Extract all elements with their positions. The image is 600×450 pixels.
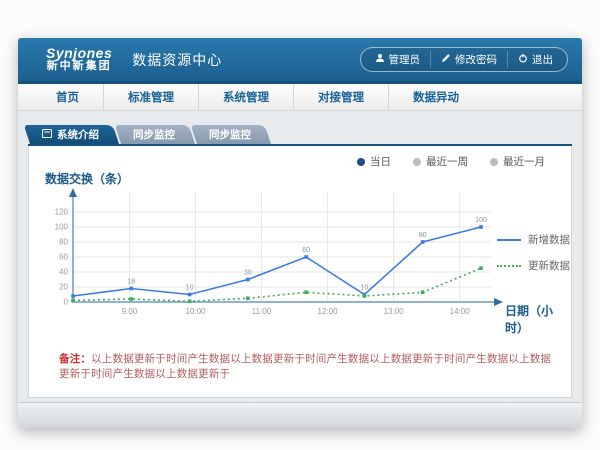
app-window: Synjones 新中新集团 数据资源中心 管理员 修改密码 退出 (18, 38, 582, 428)
svg-text:0: 0 (64, 298, 69, 307)
svg-text:10: 10 (361, 285, 369, 292)
chart-legend: 新增数据 更新数据 (497, 232, 570, 273)
footnote-label: 备注： (59, 353, 91, 365)
time-filter: 当日 最近一周 最近一月 (357, 154, 545, 169)
radio-label: 最近一月 (503, 154, 545, 169)
footnote: 备注：以上数据更新于时间产生数据以上数据更新于时间产生数据以上数据更新于时间产生… (59, 351, 555, 381)
user-menu: 管理员 修改密码 退出 (360, 47, 569, 72)
radio-option-last-week[interactable]: 最近一周 (413, 154, 468, 169)
nav-item-home[interactable]: 首页 (32, 84, 103, 110)
tab-sync-monitor-1[interactable]: 同步监控 (121, 125, 195, 144)
user-icon (375, 53, 385, 66)
legend-item-new-data: 新增数据 (497, 232, 570, 247)
svg-text:30: 30 (244, 270, 252, 277)
content-panel: 当日 最近一周 最近一月 数据交换（条） 9:0010:0011:0012:00… (28, 146, 572, 398)
legend-line-sample-dotted (497, 265, 521, 267)
svg-text:80: 80 (419, 232, 427, 239)
legend-line-sample-solid (497, 239, 521, 241)
nav-item-data-change[interactable]: 数据异动 (388, 84, 483, 110)
brand-logo: Synjones 新中新集团 (46, 46, 112, 72)
nav-item-interface-mgmt[interactable]: 对接管理 (293, 84, 388, 110)
logo-text-secondary: 新中新集团 (47, 61, 112, 73)
document-icon (42, 129, 52, 141)
chart-x-axis-label: 日期（小时） (505, 302, 571, 336)
content-area: 系统介绍 同步监控 同步监控 当日 最近一周 (18, 111, 582, 398)
svg-text:20: 20 (59, 283, 68, 292)
footnote-text: 以上数据更新于时间产生数据以上数据更新于时间产生数据以上数据更新于时间产生数据以… (59, 353, 551, 380)
legend-label: 新增数据 (528, 232, 570, 247)
legend-item-updated-data: 更新数据 (497, 258, 570, 273)
radio-option-last-month[interactable]: 最近一月 (490, 154, 545, 169)
svg-text:9:00: 9:00 (122, 307, 138, 316)
logout-label: 退出 (532, 52, 553, 67)
radio-dot (357, 158, 365, 166)
radio-dot (413, 158, 421, 166)
svg-text:120: 120 (55, 208, 69, 217)
svg-text:18: 18 (127, 279, 135, 286)
svg-text:10:00: 10:00 (185, 307, 206, 316)
svg-text:60: 60 (302, 247, 310, 254)
change-password-label: 修改密码 (455, 52, 497, 67)
app-title: 数据资源中心 (132, 50, 222, 70)
admin-button[interactable]: 管理员 (365, 51, 431, 68)
svg-text:100: 100 (55, 223, 69, 232)
main-nav: 首页 标准管理 系统管理 对接管理 数据异动 (18, 84, 582, 111)
tab-label: 系统介绍 (57, 127, 99, 142)
tab-label: 同步监控 (133, 127, 175, 142)
svg-text:60: 60 (59, 253, 68, 262)
svg-text:13:00: 13:00 (384, 307, 405, 316)
svg-text:11:00: 11:00 (252, 307, 272, 316)
tab-label: 同步监控 (209, 127, 251, 142)
tab-system-intro[interactable]: 系统介绍 (30, 125, 119, 144)
logout-button[interactable]: 退出 (507, 51, 563, 68)
change-password-button[interactable]: 修改密码 (430, 51, 507, 68)
nav-item-system-mgmt[interactable]: 系统管理 (198, 84, 293, 110)
svg-text:100: 100 (475, 217, 487, 224)
svg-text:40: 40 (59, 268, 68, 277)
svg-text:12:00: 12:00 (318, 307, 339, 316)
radio-label: 最近一周 (426, 154, 468, 169)
legend-label: 更新数据 (528, 258, 570, 273)
power-icon (518, 53, 528, 66)
app-footer (18, 402, 582, 428)
tabstrip: 系统介绍 同步监控 同步监控 (28, 125, 572, 146)
svg-text:14:00: 14:00 (450, 307, 471, 316)
line-chart: 9:00 10:00 11:00 12:00 13:00 14:00 0 20 40 60 80 10… (43, 180, 513, 330)
app-header: Synjones 新中新集团 数据资源中心 管理员 修改密码 退出 (18, 38, 582, 84)
admin-label: 管理员 (389, 52, 421, 67)
radio-option-today[interactable]: 当日 (357, 154, 391, 169)
radio-label: 当日 (370, 154, 391, 169)
svg-text:10: 10 (186, 285, 194, 292)
edit-icon (441, 53, 451, 66)
logo-text-primary: Synjones (46, 46, 112, 61)
tab-sync-monitor-2[interactable]: 同步监控 (197, 125, 271, 144)
nav-item-standard-mgmt[interactable]: 标准管理 (103, 84, 198, 110)
svg-text:80: 80 (59, 238, 68, 247)
radio-dot (490, 158, 498, 166)
